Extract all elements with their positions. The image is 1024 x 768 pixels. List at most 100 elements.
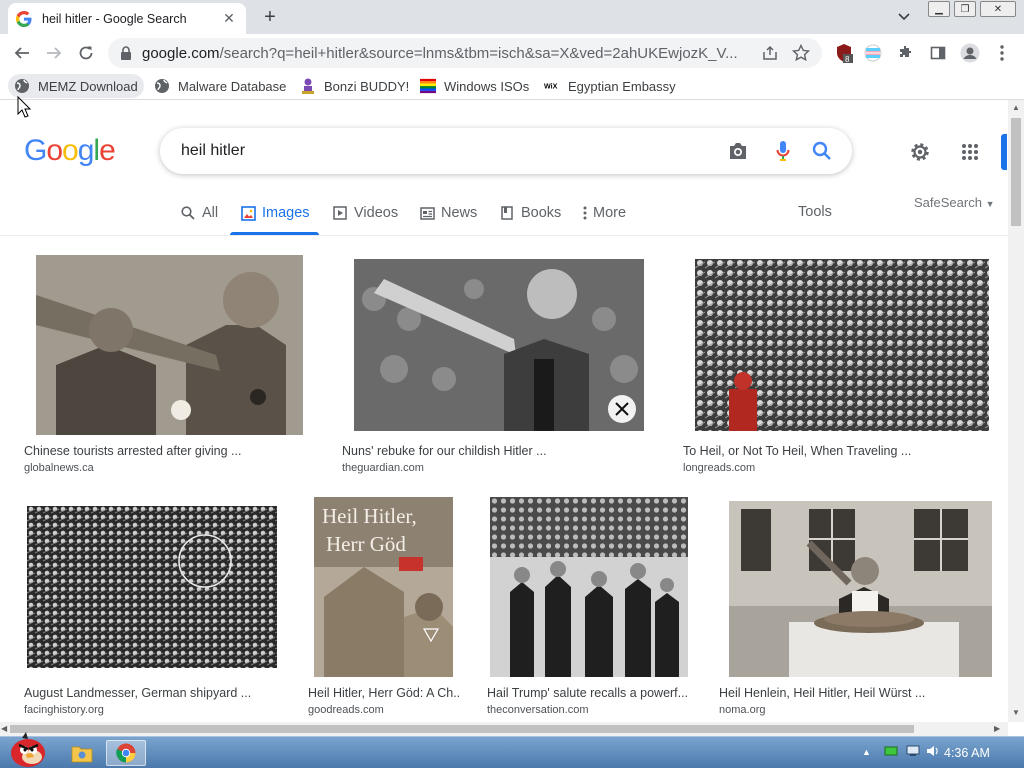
result-caption[interactable]: Heil Hitler, Herr Göd: A Ch...: [308, 686, 460, 700]
image-result[interactable]: To Heil, or Not To Heil, When Traveling …: [679, 255, 1004, 475]
search-icon: [180, 205, 196, 221]
tab-label: News: [441, 205, 478, 221]
image-result[interactable]: Chinese tourists arrested after giving .…: [20, 255, 319, 475]
result-thumbnail[interactable]: [490, 497, 688, 677]
tray-network-icon[interactable]: [906, 745, 920, 760]
safesearch-dropdown[interactable]: SafeSearch ▼: [914, 195, 994, 210]
search-icon[interactable]: [810, 139, 834, 163]
result-source: facinghistory.org: [24, 704, 104, 716]
image-result[interactable]: Hail Trump' salute recalls a powerf... t…: [483, 497, 695, 719]
extension-badge: 8: [845, 55, 850, 63]
forward-button[interactable]: [41, 40, 67, 66]
result-thumbnail[interactable]: [36, 255, 303, 435]
tray-expand-arrow-icon[interactable]: ▲: [862, 747, 871, 757]
profile-avatar-icon[interactable]: [959, 42, 981, 64]
result-caption[interactable]: August Landmesser, German shipyard ...: [24, 686, 282, 700]
sign-in-button[interactable]: [1001, 134, 1007, 170]
chrome-menu-icon[interactable]: [991, 42, 1013, 64]
result-caption[interactable]: To Heil, or Not To Heil, When Traveling …: [683, 444, 999, 458]
vertical-scroll-thumb[interactable]: [1011, 118, 1021, 226]
tab-books[interactable]: Books: [499, 202, 561, 224]
result-thumbnail[interactable]: [354, 259, 644, 431]
google-apps-grid-icon[interactable]: [957, 139, 983, 165]
result-caption[interactable]: Nuns' rebuke for our childish Hitler ...: [342, 444, 652, 458]
bookmark-windows-isos[interactable]: Windows ISOs: [414, 74, 535, 98]
extension-flag-icon[interactable]: [862, 42, 884, 64]
bookmark-memz-download[interactable]: MEMZ Download: [8, 74, 144, 98]
safesearch-label: SafeSearch: [914, 195, 982, 210]
image-result[interactable]: August Landmesser, German shipyard ... f…: [20, 497, 286, 719]
lock-icon[interactable]: [118, 45, 134, 61]
tab-label: Images: [262, 205, 310, 221]
start-button[interactable]: [4, 731, 50, 768]
google-logo[interactable]: Google: [24, 134, 116, 168]
restore-button[interactable]: ❐: [954, 1, 976, 17]
book-icon: [499, 205, 515, 221]
side-panel-icon[interactable]: [927, 42, 949, 64]
scroll-up-arrow-icon[interactable]: ▲: [1012, 103, 1020, 112]
tab-images[interactable]: Images: [240, 202, 310, 224]
active-tab-indicator: [230, 232, 319, 235]
bookmarks-bar: MEMZ Download Malware Database Bonzi BUD…: [0, 72, 1024, 100]
tab-videos[interactable]: Videos: [332, 202, 398, 224]
scroll-right-arrow-icon[interactable]: ▶: [994, 724, 1000, 733]
result-caption[interactable]: Chinese tourists arrested after giving .…: [24, 444, 314, 458]
result-source: longreads.com: [683, 462, 756, 474]
result-thumbnail[interactable]: [729, 501, 992, 677]
address-bar[interactable]: google.com/search?q=heil+hitler&source=l…: [108, 38, 822, 68]
new-tab-button[interactable]: +: [258, 5, 282, 29]
taskbar-explorer-button[interactable]: [62, 740, 102, 766]
screen: { "browser": { "tab_title": "heil hitler…: [0, 0, 1024, 768]
result-source: noma.org: [719, 704, 766, 716]
extension-shield-icon[interactable]: 8: [833, 42, 855, 64]
thumbnail-title-text: Heil Hitler,: [322, 504, 417, 528]
image-result[interactable]: Nuns' rebuke for our childish Hitler ...…: [338, 255, 660, 475]
bookmark-label: Windows ISOs: [444, 78, 530, 94]
extensions-puzzle-icon[interactable]: [895, 42, 917, 64]
search-query[interactable]: heil hitler: [181, 142, 245, 160]
tray-battery-icon[interactable]: [884, 745, 898, 760]
bookmark-label: Bonzi BUDDY!: [324, 78, 410, 94]
back-button[interactable]: [9, 40, 35, 66]
tab-news[interactable]: News: [419, 202, 477, 224]
tab-all[interactable]: All: [180, 202, 218, 224]
settings-gear-icon[interactable]: [907, 139, 933, 165]
result-caption[interactable]: Hail Trump' salute recalls a powerf...: [487, 686, 691, 700]
bookmark-bonzi-buddy[interactable]: Bonzi BUDDY!: [294, 74, 415, 98]
vertical-scrollbar[interactable]: ▲ ▼: [1008, 100, 1024, 722]
folder-icon: [71, 746, 93, 763]
result-thumbnail[interactable]: [695, 259, 989, 431]
tools-button[interactable]: Tools: [798, 204, 832, 220]
tab-close-icon[interactable]: ✕: [220, 10, 238, 28]
result-thumbnail[interactable]: Heil Hitler, Herr Göd: [314, 497, 453, 677]
horizontal-scroll-thumb[interactable]: [10, 725, 914, 733]
bookmark-star-icon[interactable]: [791, 43, 811, 63]
result-thumbnail[interactable]: [27, 506, 277, 668]
close-window-button[interactable]: ✕: [980, 1, 1016, 17]
minimize-button[interactable]: ▁: [928, 1, 950, 17]
image-result[interactable]: Heil Hitler, Herr Göd Heil Hitler, Herr …: [304, 497, 464, 719]
tray-volume-icon[interactable]: [926, 745, 940, 760]
result-caption[interactable]: Heil Henlein, Heil Hitler, Heil Würst ..…: [719, 686, 1001, 700]
taskbar-chrome-button[interactable]: [106, 740, 146, 766]
horizontal-scrollbar[interactable]: ◀ ▶: [0, 722, 1008, 736]
search-box[interactable]: heil hitler: [160, 128, 852, 174]
bookmark-label: MEMZ Download: [38, 78, 138, 94]
image-result[interactable]: Heil Henlein, Heil Hitler, Heil Würst ..…: [715, 497, 1005, 719]
share-icon[interactable]: [760, 43, 780, 63]
reload-button[interactable]: [73, 40, 99, 66]
taskbar-clock[interactable]: 4:36 AM: [944, 746, 990, 760]
mouse-cursor-icon: [17, 96, 31, 118]
bookmark-malware-database[interactable]: Malware Database: [148, 74, 292, 98]
globe-icon: [154, 78, 170, 94]
angry-bird-icon: [11, 732, 45, 767]
scroll-down-arrow-icon[interactable]: ▼: [1012, 708, 1020, 717]
tab-more[interactable]: More: [581, 202, 626, 224]
microphone-icon[interactable]: [771, 139, 795, 163]
browser-tab[interactable]: heil hitler - Google Search ✕: [8, 3, 246, 34]
tab-search-chevron-icon[interactable]: [893, 7, 915, 27]
dropdown-caret-icon: ▼: [985, 199, 995, 209]
bookmark-egyptian-embassy[interactable]: WiX Egyptian Embassy: [538, 74, 682, 98]
url-text[interactable]: google.com/search?q=heil+hitler&source=l…: [142, 45, 752, 62]
camera-icon[interactable]: [726, 139, 750, 163]
